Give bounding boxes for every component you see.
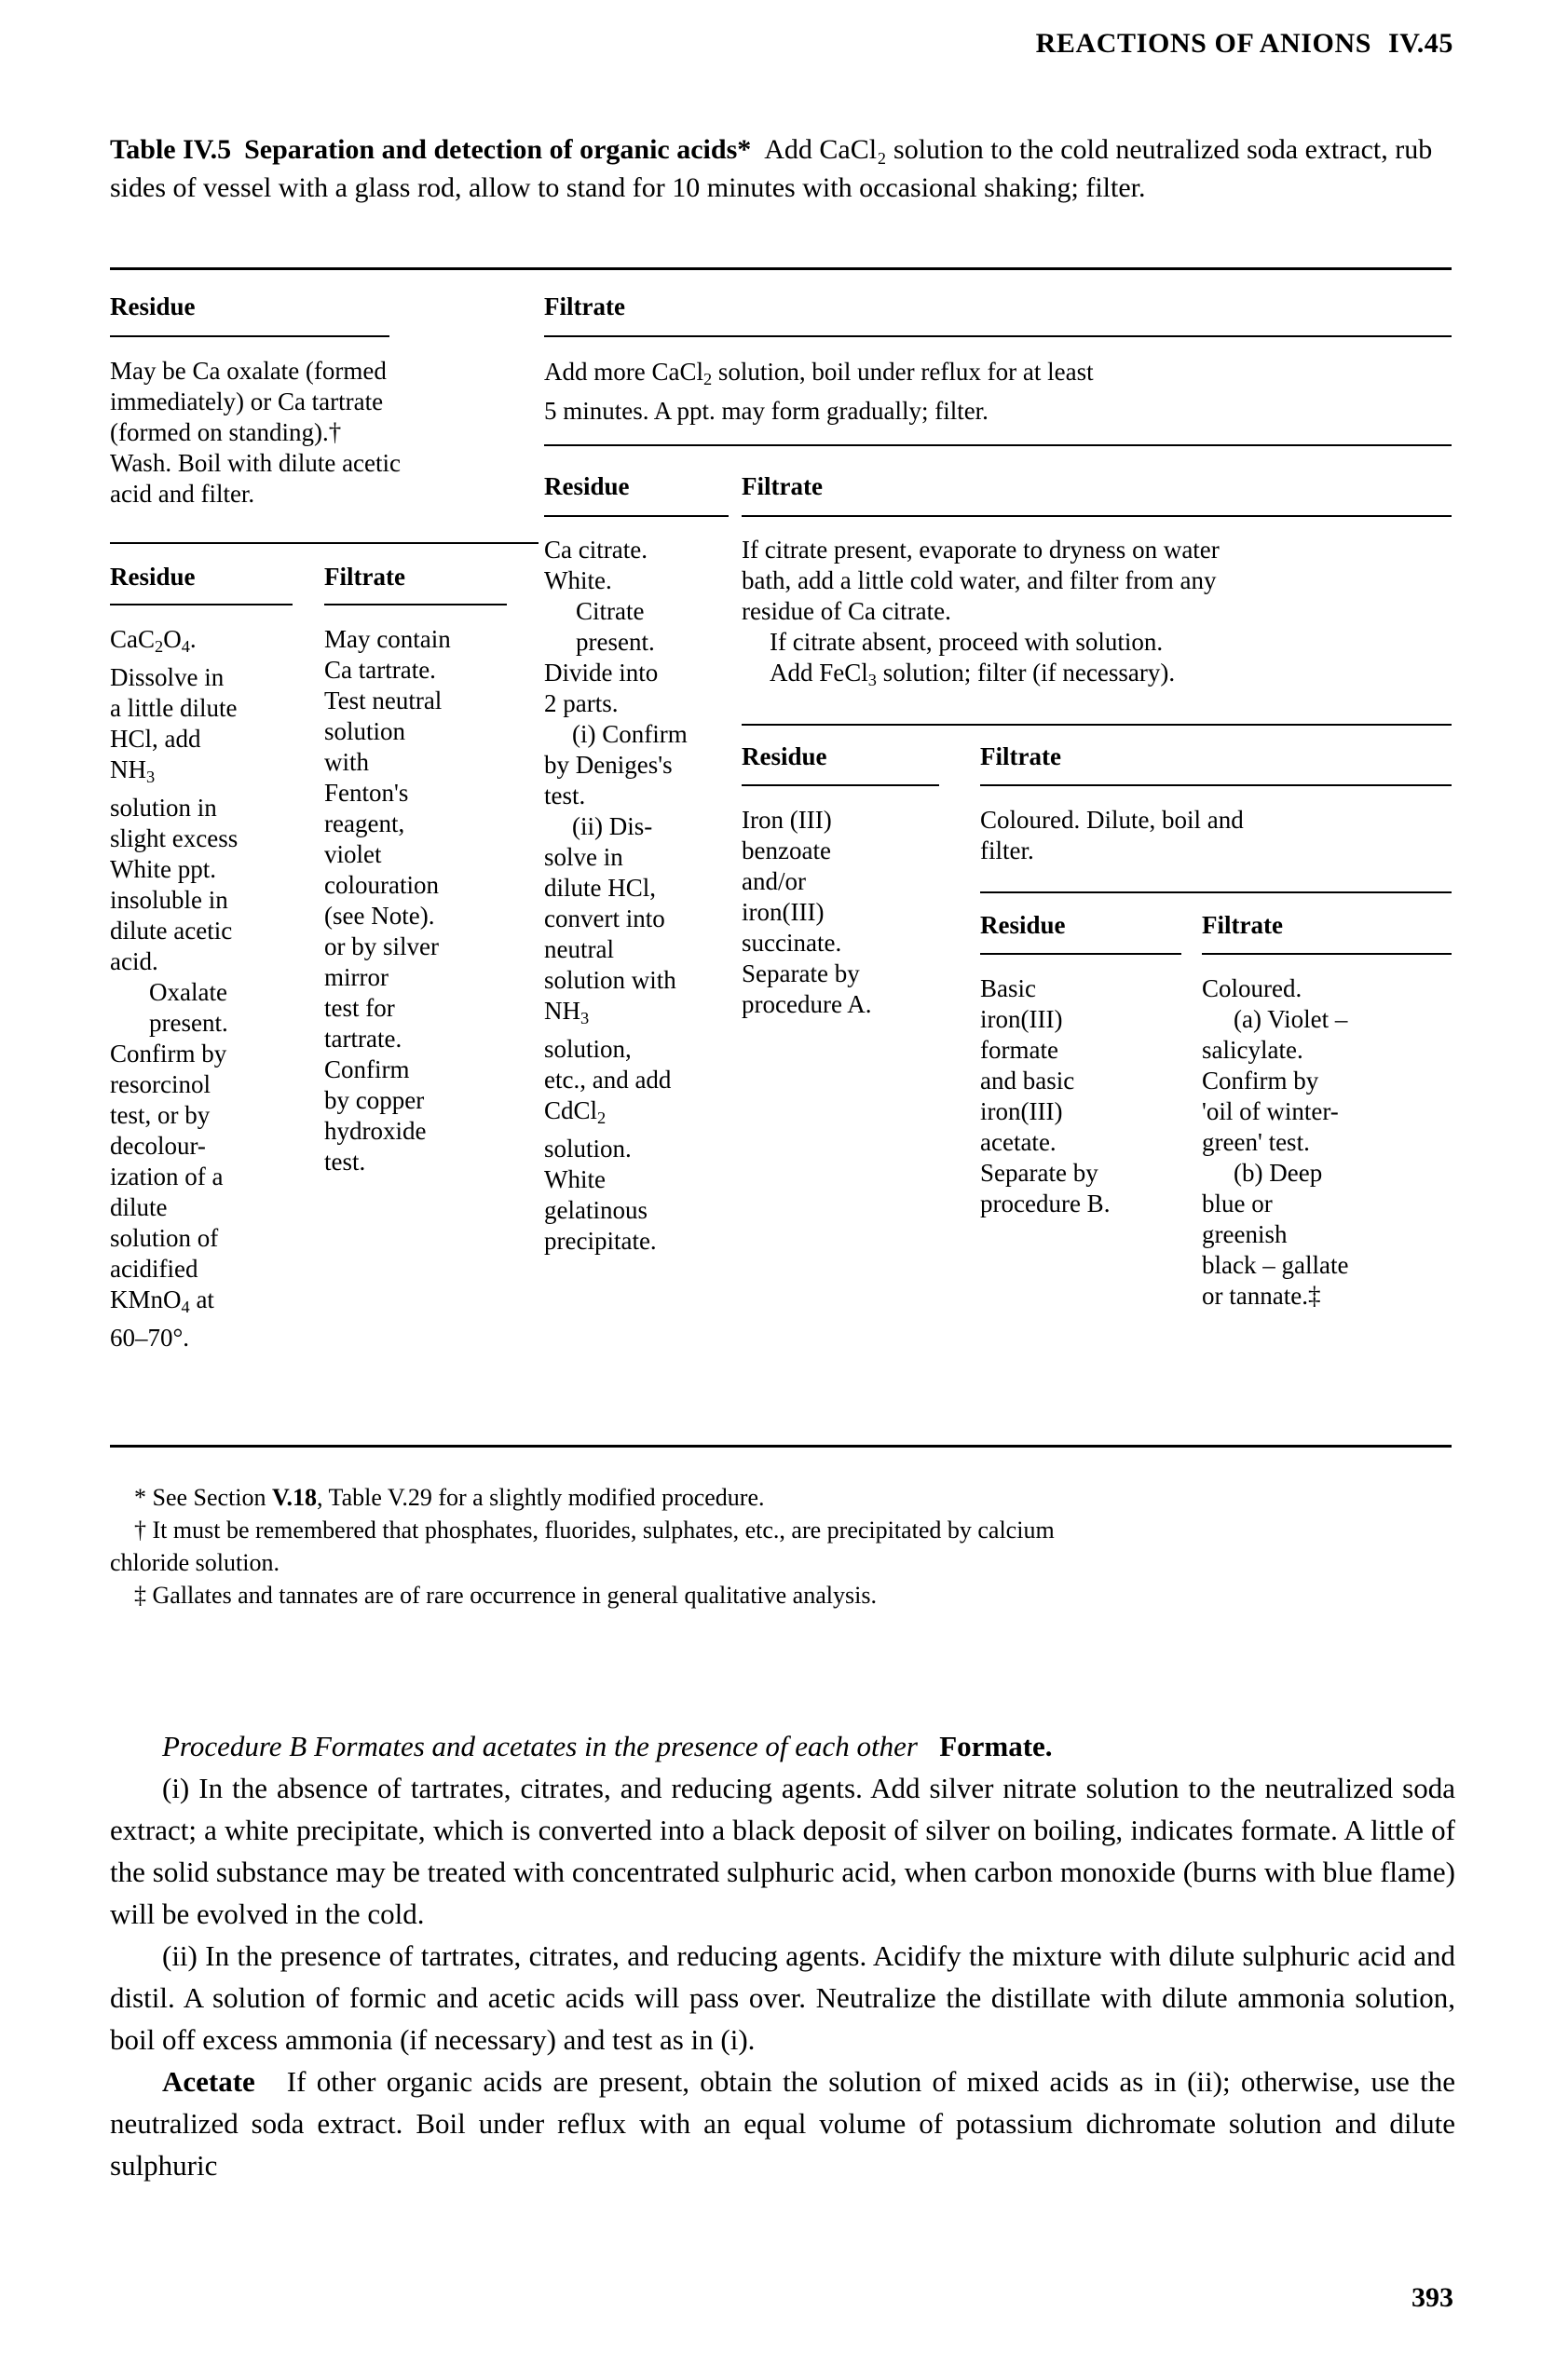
table-footnotes: * See Section V.18, Table V.29 for a sli… [110,1481,1452,1612]
running-head: REACTIONS OF ANIONS IV.45 [93,28,1453,60]
level3-top-rule [742,724,1452,726]
level1-filtrate-body-rule [544,444,1452,446]
level4-filtrate-cell: Coloured. (a) Violet – salicylate. Confi… [1202,974,1349,1310]
level2right-residue-cell: Ca citrate. White. Citrate present. Divi… [544,536,688,1256]
level4-residue-header-rule [980,953,1181,955]
level4-filtrate-header-rule [1202,953,1452,955]
level1-filtrate-header-rule [544,335,1452,337]
procedure-b-heading-italic: Procedure B Formates and acetates in the… [162,1730,918,1762]
footnote-doubledagger: ‡ Gallates and tannates are of rare occu… [134,1582,877,1609]
level2right-residue-header-rule [544,515,729,517]
level1-filtrate-cell: Add more CaCl2 solution, boil under refl… [544,358,1094,426]
acetate-text: If other organic acids are present, obta… [110,2065,1455,2182]
level2left-residue-cell: CaC2O4. Dissolve in a little dilute HCl,… [110,625,239,1353]
paragraph-i: (i) In the absence of tartrates, citrate… [110,1772,1455,1930]
table-bottom-rule [110,1445,1452,1448]
footnote-dagger-cont: chloride solution. [110,1549,280,1576]
level1-filtrate-header: Filtrate [544,292,625,320]
level3-residue-header-rule [742,784,939,786]
paragraph-acetate: Acetate If other organic acids are prese… [110,2060,1455,2186]
level1-residue-cell: May be Ca oxalate (formed immediately) o… [110,357,402,508]
level1-residue-body-rule [110,542,539,544]
level3-residue-cell: Iron (III) benzoate and/or iron(III) suc… [742,806,872,1018]
footnote-asterisk: * See Section V.18, Table V.29 for a sli… [134,1484,765,1511]
level2right-filtrate-header-rule [742,515,1452,517]
running-head-title: REACTIONS OF ANIONS [1035,28,1372,59]
procedure-b-heading-bold: Formate. [939,1730,1053,1762]
table-caption: Table IV.5 Separation and detection of or… [110,130,1452,207]
level2right-residue-header: Residue [544,472,630,500]
table-top-rule [110,267,1452,270]
level1-residue-header-rule [110,335,389,337]
acetate-label: Acetate [162,2065,255,2098]
level2left-filtrate-header: Filtrate [324,563,405,591]
level3-filtrate-header: Filtrate [980,742,1061,770]
level4-filtrate-header: Filtrate [1202,911,1283,939]
page-number: 393 [1411,2282,1453,2313]
footnote-dagger: † It must be remembered that phosphates,… [134,1516,1055,1544]
procedure-b-heading: Procedure B Formates and acetates in the… [110,1725,1455,1767]
table-caption-label: Table IV.5 [110,134,232,165]
level3-filtrate-cell: Coloured. Dilute, boil and filter. [980,806,1244,864]
level3-filtrate-header-rule [980,784,1452,786]
running-head-section: IV.45 [1388,28,1453,59]
level4-top-rule [980,891,1452,893]
level2left-filtrate-header-rule [324,604,507,605]
page-canvas: REACTIONS OF ANIONS IV.45 Table IV.5 Separ… [0,0,1541,2380]
level2left-filtrate-cell: May contain Ca tartrate. Test neutral so… [324,625,451,1176]
level2left-residue-header-rule [110,604,293,605]
level2right-filtrate-cell: If citrate present, evaporate to dryness… [742,536,1220,690]
level3-residue-header: Residue [742,742,827,770]
level2right-filtrate-header: Filtrate [742,472,823,500]
table-caption-title: Separation and detection of organic acid… [244,134,752,165]
level4-residue-cell: Basic iron(III) formate and basic iron(I… [980,974,1111,1217]
body-prose: Procedure B Formates and acetates in the… [110,1725,1455,2186]
level2left-residue-header: Residue [110,563,196,591]
level4-residue-header: Residue [980,911,1066,939]
paragraph-ii: (ii) In the presence of tartrates, citra… [110,1939,1455,2056]
level1-residue-header: Residue [110,292,196,320]
